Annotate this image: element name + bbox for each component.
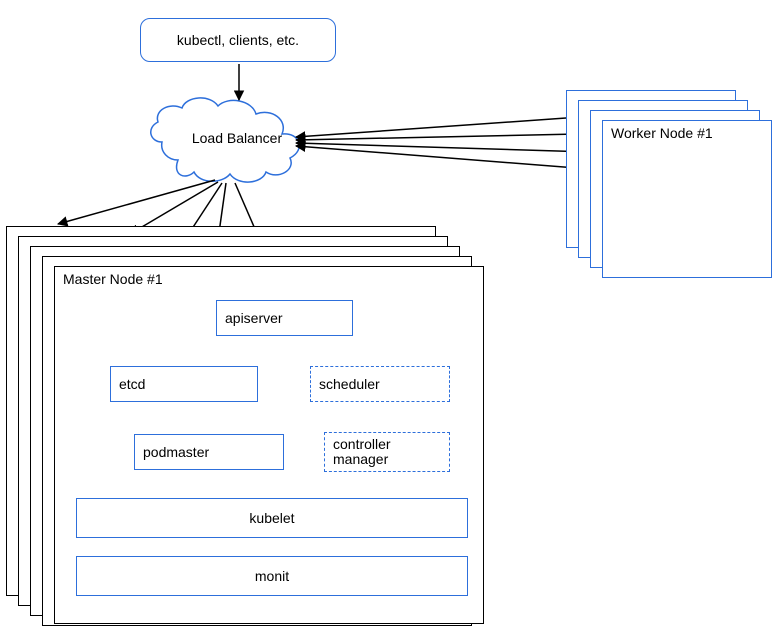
load-balancer-label-wrap: Load Balancer <box>178 130 296 150</box>
podmaster-box: podmaster <box>134 434 284 470</box>
apiserver-box: apiserver <box>216 300 353 336</box>
kubelet-box: kubelet <box>76 498 468 538</box>
arrow-worker-to-lb-4 <box>296 146 602 170</box>
arrow-worker-to-lb-2 <box>296 134 578 140</box>
podmaster-label: podmaster <box>135 444 209 460</box>
monit-label: monit <box>255 568 289 584</box>
controller-manager-label-2: manager <box>333 452 391 467</box>
etcd-box: etcd <box>110 366 258 402</box>
scheduler-label: scheduler <box>311 376 380 392</box>
clients-box: kubectl, clients, etc. <box>140 18 336 62</box>
controller-manager-label-1: controller <box>333 437 391 452</box>
worker-node-box: Worker Node #1 <box>602 120 772 278</box>
kubelet-label: kubelet <box>249 510 294 526</box>
load-balancer-label: Load Balancer <box>192 130 282 146</box>
arrow-lb-to-master-1 <box>58 180 215 224</box>
apiserver-label: apiserver <box>217 310 283 326</box>
clients-label: kubectl, clients, etc. <box>177 32 299 48</box>
arrow-worker-to-lb-3 <box>296 143 590 152</box>
controller-manager-box: controller manager <box>324 432 450 472</box>
etcd-label: etcd <box>111 376 145 392</box>
scheduler-box: scheduler <box>310 366 450 402</box>
monit-box: monit <box>76 556 468 596</box>
master-node-title: Master Node #1 <box>63 271 163 287</box>
worker-node-title: Worker Node #1 <box>611 125 713 141</box>
arrow-worker-to-lb-1 <box>296 118 566 137</box>
